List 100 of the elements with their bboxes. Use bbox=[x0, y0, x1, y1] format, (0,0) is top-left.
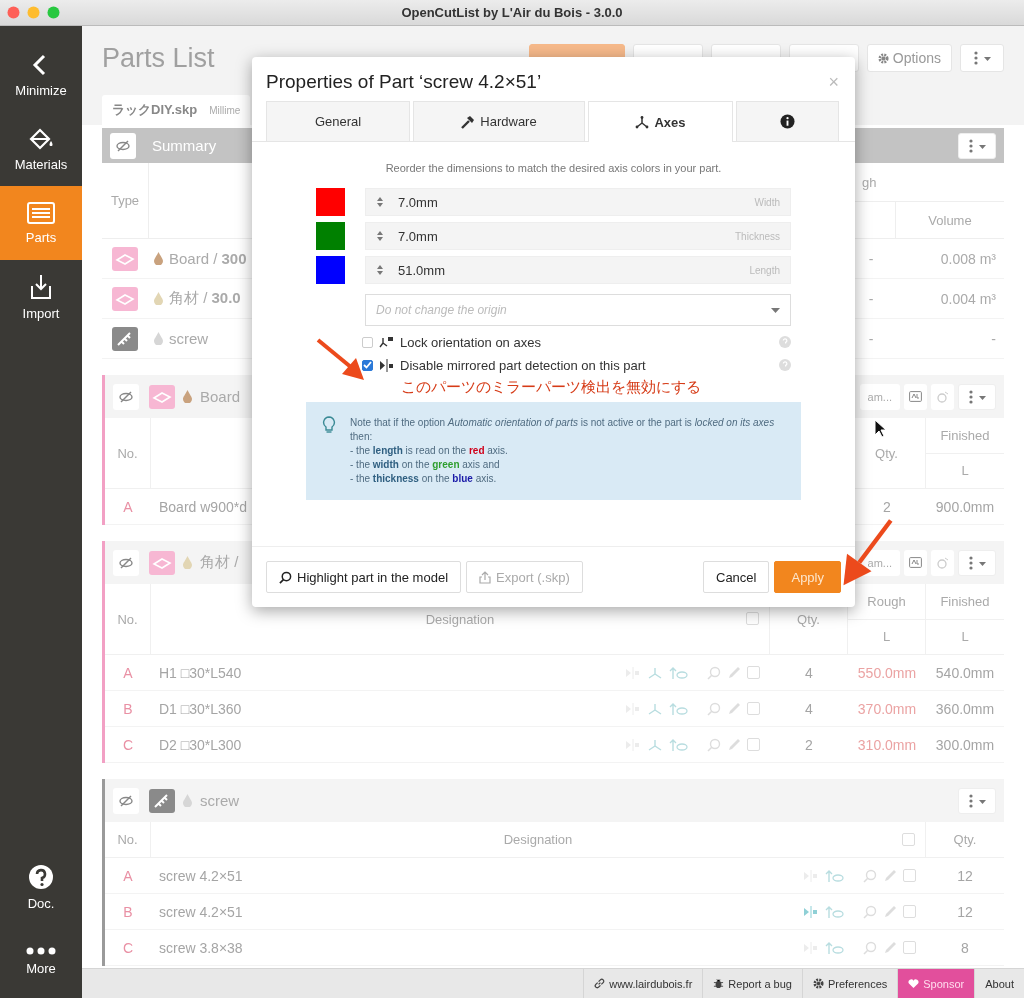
visibility-button[interactable] bbox=[113, 787, 139, 814]
search-icon[interactable] bbox=[863, 904, 877, 919]
help-icon bbox=[28, 863, 54, 890]
table-cell-text: 360.0mm bbox=[934, 700, 996, 717]
column-heading: Qty. bbox=[875, 445, 898, 461]
more-menu-button[interactable] bbox=[958, 787, 996, 814]
column-heading: Type bbox=[102, 163, 149, 238]
minimize-window-button[interactable] bbox=[27, 6, 40, 19]
sidebar-item[interactable]: More bbox=[0, 924, 82, 998]
help-icon[interactable] bbox=[779, 359, 791, 371]
close-window-button[interactable] bbox=[7, 6, 20, 19]
visibility-button[interactable] bbox=[113, 549, 139, 576]
table-cell-text: 900.0mm bbox=[934, 498, 996, 515]
column-heading: L bbox=[926, 618, 1004, 654]
highlight-button[interactable]: Highlight part in the model bbox=[266, 561, 462, 593]
label-button[interactable] bbox=[904, 383, 927, 410]
pencil-icon[interactable] bbox=[727, 665, 741, 680]
sort-handle-icon[interactable] bbox=[376, 230, 384, 242]
visibility-button[interactable] bbox=[113, 383, 139, 410]
checkbox[interactable] bbox=[362, 359, 373, 371]
table-cell-text: 0.008 m³ bbox=[939, 250, 997, 267]
sidebar-item[interactable]: Doc. bbox=[0, 850, 82, 924]
select-all-checkbox[interactable] bbox=[746, 612, 759, 625]
column-heading: L bbox=[848, 618, 925, 654]
table-cell-text: 2 bbox=[804, 736, 814, 753]
axes-icon bbox=[647, 737, 663, 752]
tab[interactable]: General bbox=[266, 101, 410, 141]
sort-handle-icon[interactable] bbox=[376, 196, 384, 208]
part-name: D1 □30*L360 bbox=[159, 700, 242, 717]
search-icon[interactable] bbox=[707, 737, 721, 752]
link-icon bbox=[594, 978, 606, 989]
status-link[interactable]: Report a bug bbox=[702, 969, 802, 998]
pencil-icon[interactable] bbox=[727, 701, 741, 716]
note-text: - the width on the green axis and bbox=[350, 458, 501, 472]
eye-slash-icon bbox=[119, 794, 133, 807]
more-menu-button[interactable] bbox=[958, 549, 996, 576]
sidebar-item[interactable]: Minimize bbox=[0, 38, 82, 112]
search-icon[interactable] bbox=[863, 868, 877, 883]
dimension-field[interactable]: 7.0mm Width bbox=[365, 188, 791, 216]
label-button[interactable] bbox=[904, 549, 927, 576]
paint-bucket-icon bbox=[27, 126, 55, 151]
pencil-icon[interactable] bbox=[883, 868, 897, 883]
status-link[interactable]: About bbox=[974, 969, 1024, 998]
axes-icon bbox=[635, 115, 650, 129]
zoom-window-button[interactable] bbox=[47, 6, 60, 19]
row-checkbox[interactable] bbox=[747, 738, 760, 751]
more-menu-button[interactable] bbox=[960, 44, 1004, 72]
part-letter: B bbox=[122, 700, 134, 717]
column-heading: Designation bbox=[425, 611, 495, 627]
sidebar-item[interactable]: Import bbox=[0, 260, 82, 334]
table-cell-text: 4 bbox=[804, 664, 814, 681]
cut-button[interactable] bbox=[931, 383, 954, 410]
cancel-button[interactable]: Cancel bbox=[703, 561, 770, 593]
pencil-icon[interactable] bbox=[883, 940, 897, 955]
column-heading: Qty. bbox=[797, 611, 820, 627]
pencil-icon[interactable] bbox=[727, 737, 741, 752]
hammer-icon bbox=[461, 114, 476, 129]
table-cell-text: 12 bbox=[956, 867, 974, 884]
row-checkbox[interactable] bbox=[903, 941, 916, 954]
search-icon[interactable] bbox=[707, 665, 721, 680]
help-icon[interactable] bbox=[779, 336, 791, 348]
column-heading: Finished bbox=[940, 592, 990, 611]
part-name: Board w900*d bbox=[159, 498, 247, 515]
summary-title: Summary bbox=[152, 137, 217, 154]
info-icon bbox=[780, 114, 795, 129]
visibility-button[interactable] bbox=[110, 132, 136, 159]
note-text: Note that if the option Automatic orientation of parts is not active or the part is locked on its axes then: bbox=[350, 416, 776, 444]
row-checkbox[interactable] bbox=[903, 869, 916, 882]
select-all-checkbox[interactable] bbox=[902, 832, 915, 846]
more-menu-button[interactable] bbox=[958, 383, 996, 410]
file-tab[interactable]: ラックDIY.skp Millime bbox=[102, 95, 251, 125]
pencil-icon[interactable] bbox=[883, 904, 897, 919]
arrow-annotation bbox=[316, 338, 366, 382]
more-menu-button[interactable] bbox=[958, 132, 996, 159]
import-icon bbox=[29, 273, 53, 300]
row-checkbox[interactable] bbox=[747, 702, 760, 715]
status-link[interactable]: www.lairdubois.fr bbox=[583, 969, 703, 998]
row-checkbox[interactable] bbox=[747, 666, 760, 679]
column-heading: Finished bbox=[940, 426, 990, 445]
label-icon bbox=[909, 391, 922, 402]
sidebar-item[interactable]: Materials bbox=[0, 112, 82, 186]
board-type-icon bbox=[149, 384, 175, 409]
screw-type-icon bbox=[149, 788, 175, 813]
instruction-text: Reorder the dimensions to match the desired axis colors in your part. bbox=[384, 162, 723, 174]
row-checkbox[interactable] bbox=[903, 905, 916, 918]
gear-icon bbox=[812, 978, 824, 989]
gear-icon bbox=[877, 52, 889, 64]
cut-button[interactable] bbox=[931, 549, 954, 576]
table-cell-text: 12 bbox=[956, 903, 974, 920]
table-cell-text: 540.0mm bbox=[934, 664, 996, 681]
material-name: screw bbox=[169, 330, 209, 347]
orientation-icon bbox=[825, 868, 845, 883]
tab[interactable] bbox=[736, 101, 839, 141]
tab[interactable]: Hardware bbox=[413, 101, 585, 141]
search-icon[interactable] bbox=[863, 940, 877, 955]
checkbox[interactable] bbox=[362, 336, 373, 348]
tab[interactable]: Axes bbox=[588, 101, 733, 142]
sort-handle-icon[interactable] bbox=[376, 264, 384, 276]
search-icon[interactable] bbox=[707, 701, 721, 716]
column-heading: Qty. bbox=[953, 832, 977, 847]
